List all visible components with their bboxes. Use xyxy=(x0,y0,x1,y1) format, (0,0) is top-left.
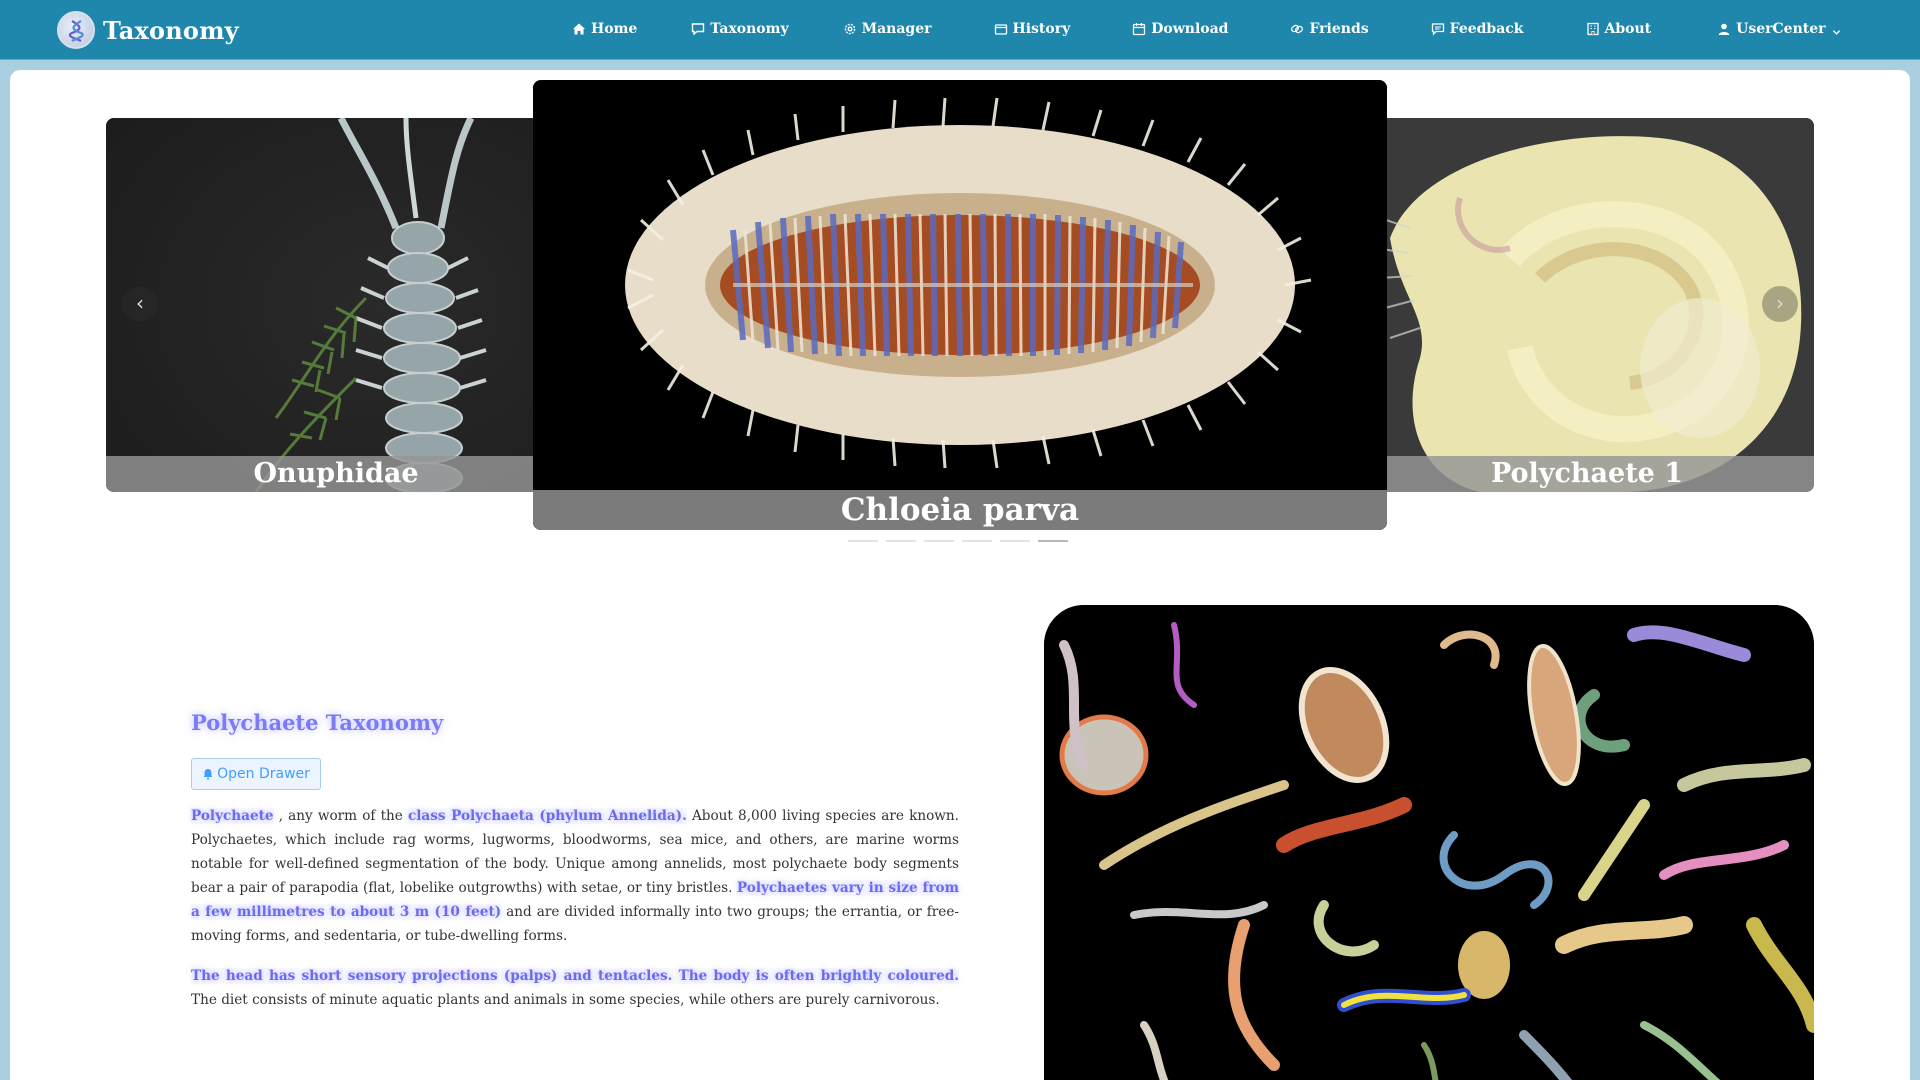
dna-logo-icon xyxy=(57,11,95,49)
nav-item-feedback[interactable]: Feedback xyxy=(1431,0,1524,58)
nav-label-home: Home xyxy=(591,21,638,37)
nav-item-friends[interactable]: Friends xyxy=(1290,0,1369,58)
highlight-text: Polychaete xyxy=(191,808,274,824)
nav-label-about: About xyxy=(1604,21,1652,37)
carousel-next-button[interactable]: › xyxy=(1762,286,1798,322)
onuphidae-image xyxy=(106,118,566,492)
nav-label-usercenter: UserCenter xyxy=(1736,21,1826,37)
nav-label-feedback: Feedback xyxy=(1449,21,1524,37)
building-icon xyxy=(1586,22,1600,36)
carousel-slide-right[interactable]: Polychaete 1 xyxy=(1360,118,1814,492)
card-carousel: Onuphidae Polychaete 1 Chloeia parva ‹ › xyxy=(10,70,1910,550)
message-icon xyxy=(1431,22,1445,36)
slide-caption-center: Chloeia parva xyxy=(533,490,1387,530)
slide-caption-left: Onuphidae xyxy=(106,456,566,492)
nav-label-friends: Friends xyxy=(1309,21,1369,37)
nav-item-manager[interactable]: Manager xyxy=(843,0,932,58)
nav-label-manager: Manager xyxy=(861,21,932,37)
carousel-prev-button[interactable]: ‹ xyxy=(122,286,158,322)
nav-label-taxonomy: Taxonomy xyxy=(710,21,789,37)
carousel-indicators xyxy=(848,540,1068,542)
nav-menu: Home Taxonomy Manager History Download F… xyxy=(560,0,1841,58)
carousel-indicator[interactable] xyxy=(924,540,954,542)
nav-item-usercenter[interactable]: UserCenter xyxy=(1717,0,1840,58)
main-panel: Onuphidae Polychaete 1 Chloeia parva ‹ ›… xyxy=(10,70,1910,1080)
carousel-indicator-active[interactable] xyxy=(1038,540,1068,542)
top-navbar: Taxonomy Home Taxonomy Manager History D… xyxy=(0,0,1920,60)
chloeia-parva-image xyxy=(533,80,1387,530)
polychaete-1-image xyxy=(1360,118,1814,492)
folder-icon xyxy=(994,22,1008,36)
calendar-icon xyxy=(1132,22,1146,36)
link-icon xyxy=(1290,22,1304,36)
nav-item-taxonomy[interactable]: Taxonomy xyxy=(691,0,789,58)
slide-caption-right: Polychaete 1 xyxy=(1360,456,1814,492)
home-icon xyxy=(572,22,586,36)
carousel-slide-left[interactable]: Onuphidae xyxy=(106,118,566,492)
bell-icon xyxy=(202,768,214,780)
highlight-text: class Polychaeta (phylum Annelida). xyxy=(407,808,687,824)
polychaete-collage-image xyxy=(1044,605,1814,1080)
nav-item-about[interactable]: About xyxy=(1586,0,1652,58)
nav-item-history[interactable]: History xyxy=(994,0,1071,58)
nav-item-download[interactable]: Download xyxy=(1132,0,1228,58)
brand[interactable]: Taxonomy xyxy=(57,10,239,50)
nav-label-download: Download xyxy=(1151,21,1229,37)
open-drawer-label: Open Drawer xyxy=(217,766,310,782)
section-title: Polychaete Taxonomy xyxy=(191,710,444,735)
brand-name: Taxonomy xyxy=(103,15,239,45)
gear-icon xyxy=(843,22,857,36)
carousel-indicator[interactable] xyxy=(886,540,916,542)
intro-paragraph: Polychaete , any worm of the class Polyc… xyxy=(191,804,960,948)
body-text: The diet consists of minute aquatic plan… xyxy=(191,992,940,1008)
carousel-slide-center[interactable]: Chloeia parva xyxy=(533,80,1387,530)
nav-item-home[interactable]: Home xyxy=(572,0,637,58)
detail-paragraph: The head has short sensory projections (… xyxy=(191,964,959,1012)
user-icon xyxy=(1717,22,1731,36)
carousel-indicator[interactable] xyxy=(962,540,992,542)
body-text: , any worm of the xyxy=(273,808,408,824)
nav-label-history: History xyxy=(1012,21,1071,37)
carousel-indicator[interactable] xyxy=(848,540,878,542)
highlight-text: The head has short sensory projections (… xyxy=(191,968,959,984)
open-drawer-button[interactable]: Open Drawer xyxy=(191,758,321,790)
chat-icon xyxy=(691,22,705,36)
chevron-down-icon xyxy=(1832,25,1841,35)
carousel-indicator[interactable] xyxy=(1000,540,1030,542)
